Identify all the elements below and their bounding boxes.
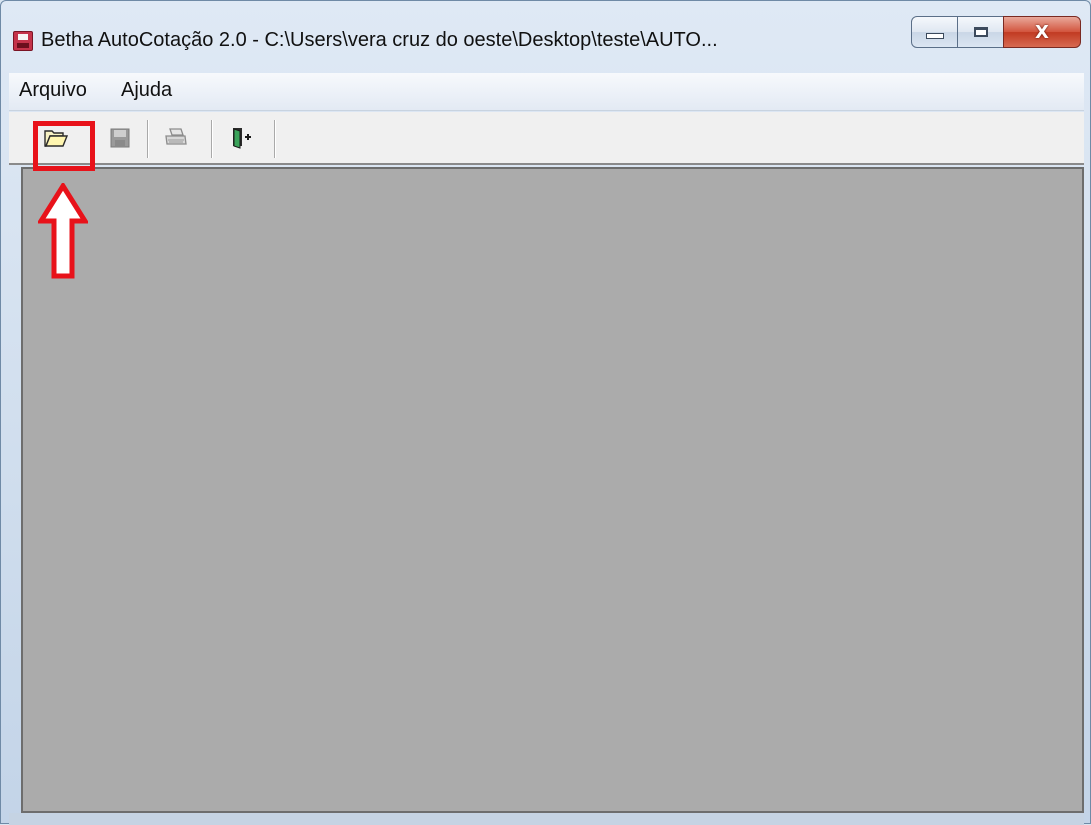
maximize-icon (973, 27, 988, 37)
exit-button[interactable] (222, 120, 260, 156)
up-arrow-icon (38, 183, 88, 279)
save-button[interactable] (101, 120, 139, 156)
close-button[interactable]: X (1003, 16, 1081, 48)
title-bar[interactable]: Betha AutoCotação 2.0 - C:\Users\vera cr… (1, 1, 1091, 67)
menu-arquivo[interactable]: Arquivo (19, 79, 87, 102)
toolbar-separator (274, 120, 276, 158)
caption-buttons: X (911, 16, 1081, 50)
print-icon (165, 128, 187, 145)
maximize-button[interactable] (957, 16, 1004, 48)
minimize-button[interactable] (911, 16, 958, 48)
save-icon (110, 128, 130, 148)
annotation-highlight-box (33, 121, 95, 171)
app-floppy-icon[interactable] (13, 31, 33, 51)
mdi-client-area (21, 167, 1084, 813)
menu-bar: Arquivo Ajuda (9, 73, 1084, 111)
minimize-icon (925, 33, 944, 39)
menu-ajuda[interactable]: Ajuda (121, 79, 172, 102)
toolbar-separator (211, 120, 213, 158)
exit-door-icon (233, 128, 251, 149)
toolbar-separator (147, 120, 149, 158)
window-title: Betha AutoCotação 2.0 - C:\Users\vera cr… (41, 29, 718, 51)
app-window: Betha AutoCotação 2.0 - C:\Users\vera cr… (0, 0, 1091, 825)
toolbar (9, 112, 1084, 165)
window-bottom-edge (9, 813, 1084, 825)
print-button[interactable] (157, 120, 195, 156)
close-icon: X (1035, 21, 1049, 43)
